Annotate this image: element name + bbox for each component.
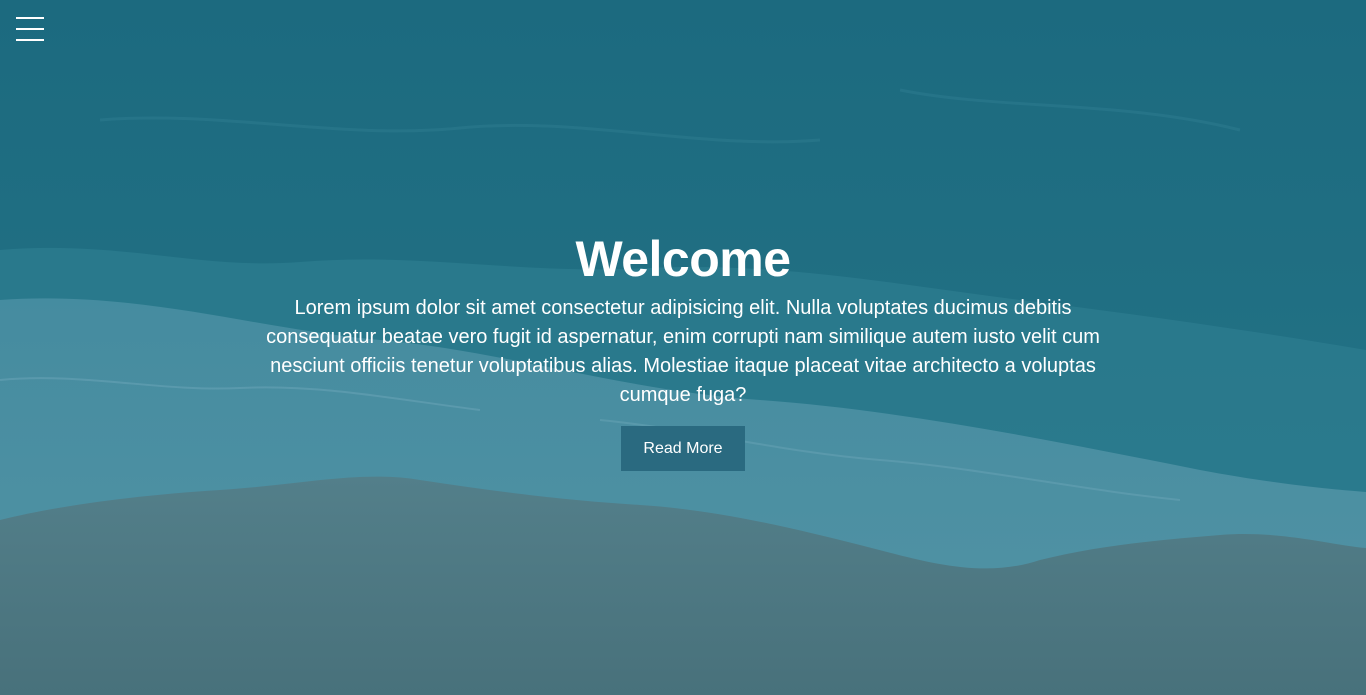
hero-title: Welcome: [575, 231, 791, 287]
hero-section: Welcome Lorem ipsum dolor sit amet conse…: [0, 0, 1366, 695]
menu-button[interactable]: [16, 17, 44, 43]
hamburger-menu-icon: [16, 17, 44, 19]
hamburger-menu-icon-line-bottom: [16, 39, 44, 41]
hamburger-menu-icon-line-middle: [16, 28, 44, 30]
hero-description: Lorem ipsum dolor sit amet consectetur a…: [266, 297, 1100, 406]
read-more-button[interactable]: Read More: [621, 426, 745, 471]
hero-content: Welcome Lorem ipsum dolor sit amet conse…: [250, 228, 1116, 471]
